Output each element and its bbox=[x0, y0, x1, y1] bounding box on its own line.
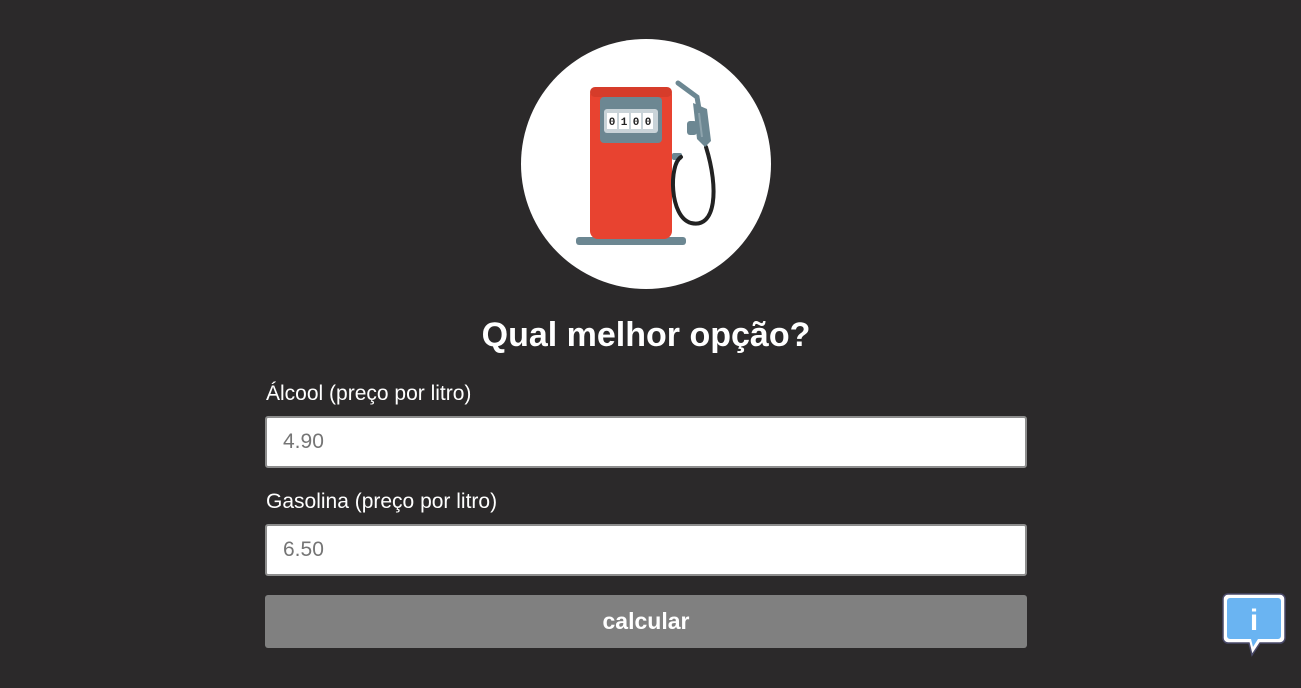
info-speech-bubble-icon: i bbox=[1222, 593, 1286, 657]
svg-text:0: 0 bbox=[609, 117, 616, 129]
fuel-pump-logo: 0 1 0 0 bbox=[521, 39, 771, 289]
gasoline-price-input[interactable] bbox=[265, 524, 1027, 576]
alcohol-price-label: Álcool (preço por litro) bbox=[266, 382, 472, 405]
gasoline-price-label: Gasolina (preço por litro) bbox=[266, 490, 498, 513]
alcohol-price-input[interactable] bbox=[265, 416, 1027, 468]
page-title: Qual melhor opção? bbox=[481, 316, 811, 354]
fuel-form: Álcool (preço por litro) Gasolina (preço… bbox=[265, 380, 1027, 648]
svg-text:0: 0 bbox=[633, 117, 640, 129]
info-button[interactable]: i bbox=[1222, 592, 1286, 658]
svg-text:i: i bbox=[1250, 604, 1258, 637]
svg-text:0: 0 bbox=[645, 117, 652, 129]
svg-text:1: 1 bbox=[621, 117, 628, 129]
calculate-button[interactable]: calcular bbox=[265, 595, 1027, 648]
page: 0 1 0 0 Qual melhor opção? Álcool (preço… bbox=[0, 0, 1301, 688]
fuel-pump-icon: 0 1 0 0 bbox=[576, 80, 716, 245]
